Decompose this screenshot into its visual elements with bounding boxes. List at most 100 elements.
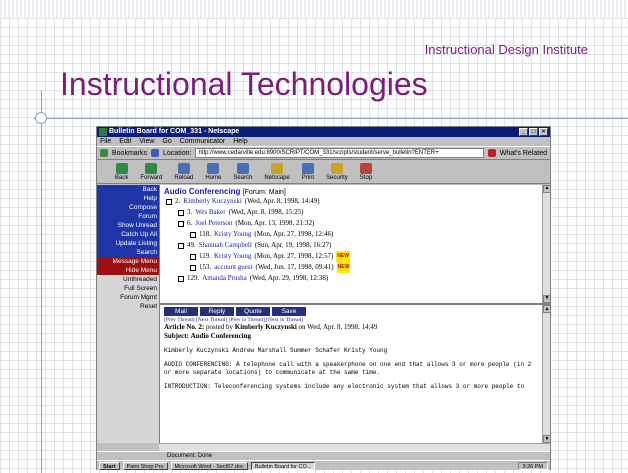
menu-file[interactable]: File [100, 137, 111, 146]
thread-checkbox[interactable] [178, 220, 184, 227]
toolbar-home-button[interactable]: Home [205, 163, 221, 181]
taskbar-bulletin[interactable]: Bulletin Board for CO... [250, 461, 316, 470]
taskbar-paintshop[interactable]: Paint Shop Pro [122, 461, 168, 470]
thread-date: (Wed, Jun. 17, 1998, 09:41) [255, 263, 334, 271]
toolbar-label: Search [233, 175, 253, 181]
thread-author[interactable]: Kimberly Kuczynski [183, 196, 242, 207]
maximize-icon[interactable]: □ [529, 128, 538, 136]
thread-scrollbar[interactable]: ▲ ▼ [542, 185, 550, 303]
nav-item-forum[interactable]: Forum [97, 212, 159, 221]
thread-row[interactable]: 6. Joel Peterson (Mon, Apr. 13, 1998, 21:3… [164, 218, 540, 229]
bookmarks-button[interactable]: Bookmarks [112, 150, 147, 157]
toolbar-label: Reload [174, 175, 194, 181]
toolbar-label: Back [115, 175, 129, 181]
toolbar-stop-button[interactable]: Stop [360, 163, 372, 181]
scroll-up-icon[interactable]: ▲ [543, 185, 550, 193]
menu-edit[interactable]: Edit [119, 137, 131, 146]
thread-author[interactable]: Joel Peterson [195, 218, 232, 229]
nav-item-show-unread[interactable]: Show Unread [97, 221, 159, 230]
nav-item-compose[interactable]: Compose [97, 203, 159, 212]
horizontal-scrollbar[interactable] [159, 443, 550, 451]
thread-checkbox[interactable] [178, 209, 184, 216]
toolbar-label: Home [205, 175, 222, 181]
subject-text: Audio Conferencing [190, 332, 251, 340]
nav-item-help[interactable]: Help [97, 194, 159, 203]
toolbar-label: Security [326, 175, 348, 181]
thread-row[interactable]: 153. account guest (Wed, Jun. 17, 1998, 09… [164, 262, 540, 273]
new-badge: NEW [336, 251, 350, 262]
scroll-up-icon[interactable]: ▲ [543, 305, 550, 313]
quote-button[interactable]: Quote [236, 307, 270, 316]
thread-author[interactable]: Wes Baker [195, 207, 225, 218]
thread-author[interactable]: account guest [214, 262, 252, 273]
thread-checkbox[interactable] [190, 231, 196, 238]
article-author[interactable]: Kimberly Kuczynski [235, 323, 297, 331]
back-arrow-icon [115, 163, 128, 174]
save-button[interactable]: Save [272, 307, 306, 316]
start-button[interactable]: Start [99, 461, 120, 470]
thread-number: 119. [199, 252, 211, 260]
thread-author[interactable]: Shannah Campbell [199, 240, 252, 251]
nav-item-forum-mgmt[interactable]: Forum Mgmt [97, 293, 159, 302]
thread-checkbox[interactable] [190, 264, 196, 271]
nav-item-unthreaded[interactable]: Unthreaded [97, 275, 159, 284]
thread-checkbox[interactable] [178, 242, 184, 249]
minimize-icon[interactable]: _ [519, 128, 528, 136]
menu-go[interactable]: Go [162, 137, 171, 146]
browser-screenshot: Bulletin Board for COM_331 - Netscape _ … [96, 126, 551, 470]
slide-top-band [0, 0, 628, 18]
nav-item-search[interactable]: Search [97, 248, 159, 257]
thread-row[interactable]: 3. Wes Baker (Wed, Apr. 8, 1998, 15:25) [164, 207, 540, 218]
message-scrollbar[interactable]: ▲ ▼ [542, 305, 550, 443]
thread-author[interactable]: Kristy Young [214, 251, 251, 262]
thread-row[interactable]: 119. Kristy Young (Mon, Apr. 27, 1998, 12:… [164, 251, 540, 262]
toolbar-back-button[interactable]: Back [115, 163, 128, 181]
nav-item-message-menu[interactable]: Message Menu [97, 257, 159, 266]
taskbar-clock: 3:26 PM [517, 461, 548, 470]
nav-item-hide-menu[interactable]: Hide Menu [97, 266, 159, 275]
toolbar-security-button[interactable]: Security [326, 163, 348, 181]
thread-row[interactable]: 118. Kristy Young (Mon, Apr. 27, 1998, 12:… [164, 229, 540, 240]
posted-date: on Wed, Apr. 8, 1998, 14:49 [298, 323, 378, 331]
thread-row[interactable]: 129. Amanda Prusha (Wed, Apr. 29, 1998, 12… [164, 273, 540, 284]
thread-panel-heading: Audio Conferencing [Forum: Main] [164, 187, 540, 196]
url-input[interactable]: http://www.cedarville.edu:8900/SCRIPT/CO… [195, 148, 484, 158]
close-icon[interactable]: × [539, 128, 548, 136]
thread-checkbox[interactable] [166, 198, 172, 205]
scroll-down-icon[interactable]: ▼ [543, 295, 550, 303]
window-titlebar[interactable]: Bulletin Board for COM_331 - Netscape _ … [97, 127, 550, 137]
article-subject: Subject: Audio Conferencing [164, 332, 540, 341]
thread-checkbox[interactable] [190, 253, 196, 260]
toolbar-print-button[interactable]: Print [302, 163, 314, 181]
nav-item-full-screen[interactable]: Full Screen [97, 284, 159, 293]
taskbar-word[interactable]: Microsoft Word - Sect07.doc [170, 461, 248, 470]
slide-subtitle: Instructional Design Institute [424, 42, 588, 57]
toolbar-forward-button[interactable]: Forward [140, 163, 162, 181]
reload-icon [177, 163, 190, 174]
nav-item-reset[interactable]: Reset [97, 302, 159, 311]
reply-button[interactable]: Reply [200, 307, 234, 316]
nav-item-catch-up-all[interactable]: Catch Up All [97, 230, 159, 239]
thread-row[interactable]: 49. Shannah Campbell (Sun, Apr. 19, 1998, … [164, 240, 540, 251]
thread-checkbox[interactable] [178, 275, 184, 282]
toolbar-search-button[interactable]: Search [233, 163, 252, 181]
thread-row[interactable]: 2. Kimberly Kuczynski (Wed, Apr. 8, 1998, … [164, 196, 540, 207]
thread-author[interactable]: Kristy Young [214, 229, 251, 240]
search-icon [236, 163, 249, 174]
thread-author[interactable]: Amanda Prusha [202, 273, 247, 284]
toolbar-netscape-button[interactable]: Netscape [264, 163, 290, 181]
toolbar-reload-button[interactable]: Reload [174, 163, 193, 181]
nav-item-update-listing[interactable]: Update Listing [97, 239, 159, 248]
print-icon [301, 163, 314, 174]
location-icon [151, 149, 160, 157]
menu-communicator[interactable]: Communicator [180, 137, 226, 146]
thread-panel-title[interactable]: Audio Conferencing [164, 187, 240, 196]
whats-related-button[interactable]: What's Related [500, 150, 547, 157]
scroll-down-icon[interactable]: ▼ [543, 435, 550, 443]
menu-help[interactable]: Help [233, 137, 247, 146]
home-icon [207, 163, 220, 174]
mail-button[interactable]: Mail [164, 307, 198, 316]
article-header: Article No. 2: posted by Kimberly Kuczyn… [164, 323, 540, 332]
menu-view[interactable]: View [139, 137, 154, 146]
nav-item-back[interactable]: Back [97, 185, 159, 194]
